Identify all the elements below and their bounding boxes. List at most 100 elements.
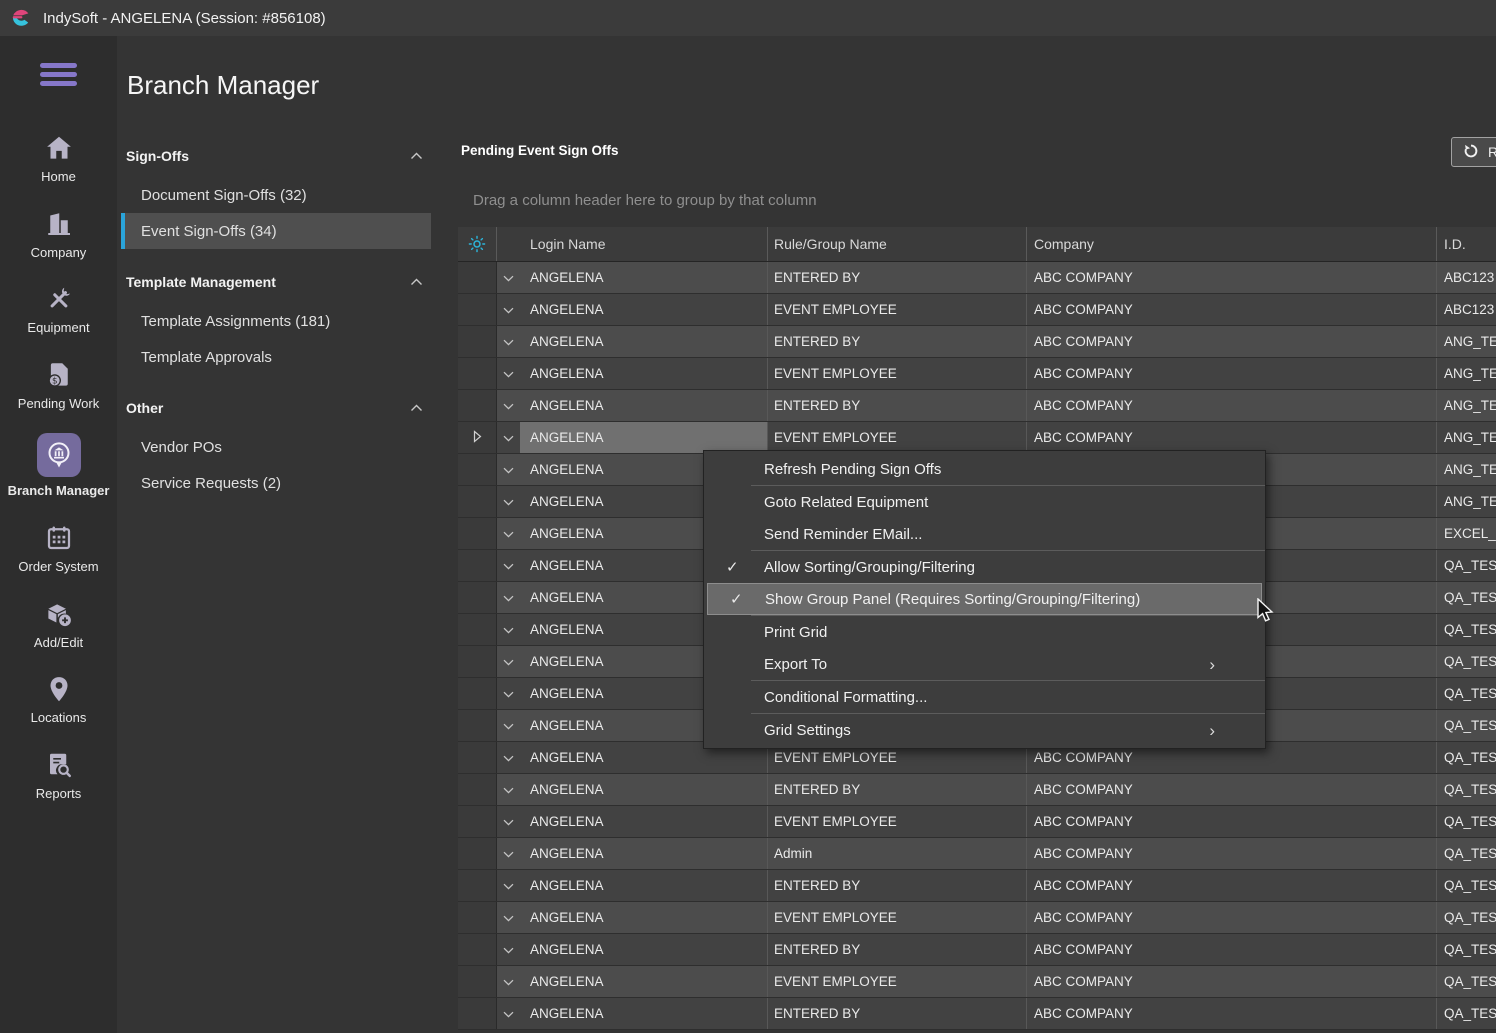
cell-id[interactable]: ANG_TES (1437, 422, 1496, 453)
cell-login-name[interactable]: ANGELENA (520, 870, 768, 901)
row-expand-button[interactable] (497, 806, 520, 837)
row-expand-button[interactable] (497, 358, 520, 389)
cell-company[interactable]: ABC COMPANY (1027, 934, 1437, 965)
cell-login-name[interactable]: ANGELENA (520, 390, 768, 421)
nav-item-template-approvals[interactable]: Template Approvals (121, 339, 431, 375)
row-expand-button[interactable] (497, 390, 520, 421)
cell-rule-group-name[interactable]: ENTERED BY (768, 262, 1027, 293)
sidebar-item-order-system[interactable]: Order System (6, 517, 112, 579)
column-header-company[interactable]: Company (1027, 227, 1437, 261)
row-expand-button[interactable] (497, 710, 520, 741)
cell-id[interactable]: QA_TEST (1437, 582, 1496, 613)
cell-rule-group-name[interactable]: ENTERED BY (768, 870, 1027, 901)
row-expand-button[interactable] (497, 774, 520, 805)
sidebar-item-home[interactable]: Home (6, 127, 112, 189)
row-expand-button[interactable] (497, 454, 520, 485)
table-row[interactable]: ANGELENA ENTERED BY ABC COMPANY ANG_TES (458, 390, 1496, 422)
cell-rule-group-name[interactable]: ENTERED BY (768, 390, 1027, 421)
cell-id[interactable]: QA_TEST (1437, 550, 1496, 581)
cell-rule-group-name[interactable]: ENTERED BY (768, 998, 1027, 1029)
table-row[interactable]: ANGELENA ENTERED BY ABC COMPANY QA_TEST3 (458, 934, 1496, 966)
cell-company[interactable]: ABC COMPANY (1027, 806, 1437, 837)
cell-rule-group-name[interactable]: EVENT EMPLOYEE (768, 966, 1027, 997)
cell-id[interactable]: QA_TEST3 (1437, 902, 1496, 933)
row-expand-button[interactable] (497, 678, 520, 709)
cell-id[interactable]: QA_TEST3 (1437, 934, 1496, 965)
cell-id[interactable]: ANG_TES (1437, 454, 1496, 485)
row-expand-button[interactable] (497, 838, 520, 869)
row-expand-button[interactable] (497, 518, 520, 549)
cell-login-name[interactable]: ANGELENA (520, 806, 768, 837)
cell-login-name[interactable]: ANGELENA (520, 326, 768, 357)
cell-id[interactable]: QA_TEST (1437, 614, 1496, 645)
sidebar-item-reports[interactable]: Reports (6, 744, 112, 806)
cell-id[interactable]: QA_TEST2 (1437, 742, 1496, 773)
cell-rule-group-name[interactable]: EVENT EMPLOYEE (768, 902, 1027, 933)
cell-id[interactable]: ANG_TES (1437, 326, 1496, 357)
cell-id[interactable]: QA_TEST (1437, 678, 1496, 709)
cell-id[interactable]: QA_TEST3 (1437, 870, 1496, 901)
nav-section-header[interactable]: Sign-Offs (126, 147, 423, 165)
cell-id[interactable]: QA_TEST2 (1437, 774, 1496, 805)
hamburger-menu-icon[interactable] (40, 59, 77, 90)
sidebar-item-branch-manager[interactable]: Branch Manager (6, 429, 112, 503)
cell-company[interactable]: ABC COMPANY (1027, 422, 1437, 453)
table-row[interactable]: ANGELENA ENTERED BY ABC COMPANY ABC123 (458, 262, 1496, 294)
menu-item-refresh-pending-sign-offs[interactable]: Refresh Pending Sign Offs (704, 453, 1265, 485)
sidebar-item-company[interactable]: Company (6, 203, 112, 265)
cell-rule-group-name[interactable]: EVENT EMPLOYEE (768, 294, 1027, 325)
row-expand-button[interactable] (497, 902, 520, 933)
cell-login-name[interactable]: ANGELENA (520, 422, 768, 453)
cell-login-name[interactable]: ANGELENA (520, 262, 768, 293)
column-header-id[interactable]: I.D. (1437, 227, 1496, 261)
row-expand-button[interactable] (497, 646, 520, 677)
chevron-up-icon[interactable] (410, 273, 423, 291)
refresh-button[interactable]: R (1451, 137, 1496, 167)
cell-login-name[interactable]: ANGELENA (520, 998, 768, 1029)
table-row[interactable]: ANGELENA EVENT EMPLOYEE ABC COMPANY QA_T… (458, 806, 1496, 838)
column-header-login-name[interactable]: Login Name (520, 227, 768, 261)
column-header-rule-group-name[interactable]: Rule/Group Name (768, 227, 1027, 261)
cell-login-name[interactable]: ANGELENA (520, 838, 768, 869)
row-expand-button[interactable] (497, 294, 520, 325)
cell-login-name[interactable]: ANGELENA (520, 966, 768, 997)
table-row[interactable]: ANGELENA EVENT EMPLOYEE ABC COMPANY QA_T… (458, 902, 1496, 934)
cell-company[interactable]: ABC COMPANY (1027, 358, 1437, 389)
table-row[interactable]: ANGELENA ENTERED BY ABC COMPANY ANG_TES (458, 326, 1496, 358)
cell-company[interactable]: ABC COMPANY (1027, 902, 1437, 933)
cell-id[interactable]: ANG_TES (1437, 486, 1496, 517)
row-expand-button[interactable] (497, 870, 520, 901)
row-expand-button[interactable] (497, 582, 520, 613)
cell-id[interactable]: QA_TEST4 (1437, 998, 1496, 1029)
table-row[interactable]: ANGELENA ENTERED BY ABC COMPANY QA_TEST4 (458, 998, 1496, 1030)
row-expand-button[interactable] (497, 422, 520, 453)
row-expand-button[interactable] (497, 998, 520, 1029)
row-expand-button[interactable] (497, 326, 520, 357)
cell-rule-group-name[interactable]: Admin (768, 838, 1027, 869)
nav-item-template-assignments-181[interactable]: Template Assignments (181) (121, 303, 431, 339)
cell-company[interactable]: ABC COMPANY (1027, 294, 1437, 325)
nav-item-event-sign-offs-34[interactable]: Event Sign-Offs (34) (121, 213, 431, 249)
menu-item-send-reminder-email[interactable]: Send Reminder EMail... (704, 518, 1265, 550)
cell-company[interactable]: ABC COMPANY (1027, 326, 1437, 357)
sun-filter-icon[interactable] (458, 227, 497, 261)
menu-item-conditional-formatting[interactable]: Conditional Formatting... (704, 681, 1265, 713)
nav-section-header[interactable]: Template Management (126, 273, 423, 291)
cell-rule-group-name[interactable]: ENTERED BY (768, 326, 1027, 357)
table-row[interactable]: ANGELENA Admin ABC COMPANY QA_TEST2 (458, 838, 1496, 870)
row-expand-button[interactable] (497, 934, 520, 965)
cell-company[interactable]: ABC COMPANY (1027, 966, 1437, 997)
nav-section-header[interactable]: Other (126, 399, 423, 417)
row-expand-button[interactable] (497, 262, 520, 293)
cell-company[interactable]: ABC COMPANY (1027, 390, 1437, 421)
cell-id[interactable]: QA_TEST2 (1437, 710, 1496, 741)
sidebar-item-add-edit[interactable]: Add/Edit (6, 593, 112, 655)
sidebar-item-equipment[interactable]: Equipment (6, 278, 112, 340)
sidebar-item-pending-work[interactable]: $ Pending Work (6, 354, 112, 416)
cell-id[interactable]: ANG_TES (1437, 390, 1496, 421)
row-expand-button[interactable] (497, 614, 520, 645)
table-row[interactable]: ANGELENA EVENT EMPLOYEE ABC COMPANY QA_T… (458, 966, 1496, 998)
cell-id[interactable]: ANG_TES (1437, 358, 1496, 389)
menu-item-grid-settings[interactable]: Grid Settings › (704, 714, 1265, 746)
nav-item-document-sign-offs-32[interactable]: Document Sign-Offs (32) (121, 177, 431, 213)
